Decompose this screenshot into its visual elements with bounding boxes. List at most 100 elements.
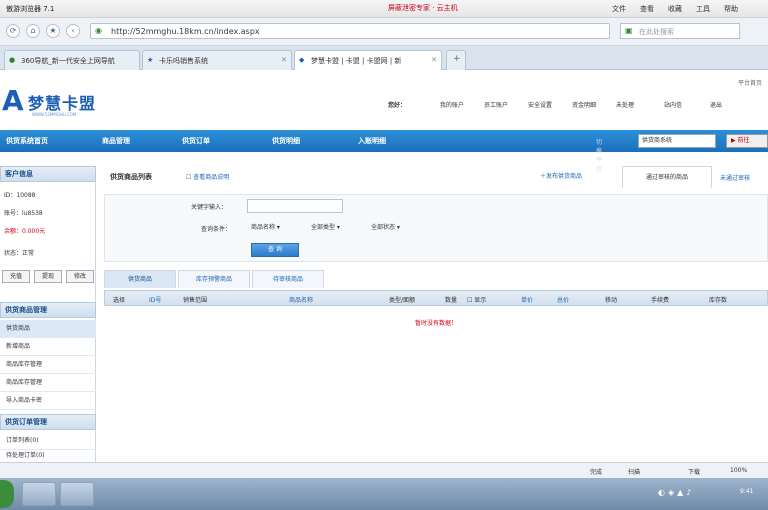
logo-sub: WWW.52MMGHU.COM [32,112,77,117]
tab-not-approved[interactable]: 未通过审核 [720,170,768,188]
nav-supply-home[interactable]: 供货系统首页 [6,136,48,146]
customer-account: 账号：lu8538 [4,210,43,217]
link-security[interactable]: 安全设置 [528,100,552,109]
refresh-icon[interactable]: ⟳ [6,24,20,38]
main-content: 供货商品列表 ☐ 查看商品说明 ＋发布供货商品 通过审核的商品 未通过审核 关键… [104,166,768,462]
new-tab-button[interactable]: + [446,50,466,70]
tab-360[interactable]: ● 360导航_新一代安全上网导航 [4,50,140,70]
col-select: 选择 [113,297,126,304]
col-sales-range: 销售范围 [183,297,208,304]
tab-label: 360导航_新一代安全上网导航 [21,57,115,65]
order-manage-header[interactable]: 供货订单管理 [0,414,96,430]
col-toggle-label: 显示 [474,297,487,304]
folder-icon[interactable] [22,482,56,506]
col-total[interactable]: 总价 [557,295,569,304]
close-icon[interactable]: ✕ [431,56,437,64]
sidebar-item-stock-manage[interactable]: 商品库存管理 [0,356,96,374]
search-placeholder: 在此处搜索 [639,28,674,36]
tab-favicon-icon: ● [9,56,16,64]
tab-approved-products[interactable]: 通过审核的商品 [622,166,712,188]
go-button[interactable]: ▶ 前往 [726,134,768,148]
customer-status: 状态：正常 [4,250,35,257]
subtab-supply-products[interactable]: 供货商品 [104,270,176,288]
back-icon[interactable]: ‹ [66,24,80,38]
tab-label: 梦慧卡盟 | 卡盟 | 卡盟网 | 新 [311,57,402,65]
window-title: 傲游浏览器 7.1 [6,5,55,13]
keyword-label: 关键字输入： [191,204,228,211]
search-input[interactable]: ▣ 在此处搜索 [620,23,740,39]
col-type-value: 类型/面额 [389,297,416,304]
taskbar-clock: 9:41 [740,488,754,495]
product-guide-link[interactable]: ☐ 查看商品说明 [186,172,229,181]
condition-label: 查询条件： [201,226,232,233]
sidebar-item-pending-orders[interactable]: 待处理订单(0) [0,450,96,462]
keyword-input[interactable] [247,199,343,213]
nav-income-detail[interactable]: 入账明细 [358,136,386,146]
url-text: http://52mmghu.18km.cn/index.aspx [111,27,260,36]
status-scan[interactable]: 扫描 [628,467,640,476]
sidebar-item-import-cards[interactable]: 导入商品卡密 [0,392,96,410]
close-icon[interactable]: ✕ [281,56,287,64]
modify-button[interactable]: 修改 [66,270,94,283]
recharge-button[interactable]: 充值 [2,270,30,283]
logo-name: 梦慧卡盟 [28,94,97,113]
platform-select[interactable]: 供货商系统 [638,134,716,148]
publish-product-button[interactable]: ＋发布供货商品 [540,171,582,180]
link-my-account[interactable]: 我的账户 [440,100,464,109]
query-button[interactable]: 查 询 [251,243,299,257]
product-guide-label: 查看商品说明 [193,174,230,181]
menu-view[interactable]: 查看 [640,4,654,14]
menu-help[interactable]: 帮助 [724,4,738,14]
status-zoom[interactable]: 100% [730,467,747,474]
product-manage-header[interactable]: 供货商品管理 [0,302,96,318]
menu-favorites[interactable]: 收藏 [668,4,682,14]
customer-id: ID：10088 [4,192,36,199]
link-logout[interactable]: 退出 [710,100,722,109]
subtab-pending-review[interactable]: 待审核商品 [252,270,324,288]
col-id[interactable]: ID号 [149,295,161,304]
tab-kalema[interactable]: ★ 卡乐吗销售系统 ✕ [142,50,292,70]
menu-file[interactable]: 文件 [612,4,626,14]
platform-home-link[interactable]: 平台首页 [738,78,762,87]
link-staff-account[interactable]: 员工账户 [484,100,508,109]
table-header: 选择 ID号 销售范围 商品名称 类型/面额 数量 ☐ 显示 单价 总价 移动 … [104,290,768,306]
menu-tools[interactable]: 工具 [696,4,710,14]
status-download[interactable]: 下载 [688,467,700,476]
sidebar-item-order-list[interactable]: 订单列表(0) [0,432,96,450]
type-select[interactable]: 全部类型 ▾ [311,221,340,235]
favorite-star-icon[interactable]: ★ [46,24,60,38]
title-bar: 傲游浏览器 7.1 屏蔽泄密专家 · 云主机 文件 查看 收藏 工具 帮助 [0,0,768,18]
sidebar-item-new-product[interactable]: 新增商品 [0,338,96,356]
site-logo[interactable]: A 梦慧卡盟 WWW.52MMGHU.COM [2,80,122,120]
tab-menghui[interactable]: ◆ 梦慧卡盟 | 卡盟 | 卡盟网 | 新 ✕ [294,50,442,70]
customer-balance: 余额：0.000元 [4,228,46,235]
col-move: 移动 [605,297,618,304]
nav-supply-detail[interactable]: 供货明细 [272,136,300,146]
col-unit-price[interactable]: 单价 [521,295,533,304]
status-done: 完成 [590,469,603,476]
nav-product-manage[interactable]: 商品管理 [102,136,130,146]
search-engine-icon: ▣ [625,26,633,35]
status-select[interactable]: 全部状态 ▾ [371,221,400,235]
sidebar-item-supply-products[interactable]: 供货商品 [0,320,96,338]
col-product-name[interactable]: 商品名称 [289,295,313,304]
col-toggle[interactable]: ☐ 显示 [467,295,486,304]
system-tray-icon[interactable]: ◐◈▲♪ [658,488,694,497]
subtab-stock-warning[interactable]: 库存预警商品 [178,270,250,288]
link-funds[interactable]: 资金明细 [572,100,596,109]
link-pending[interactable]: 未处理 [616,100,634,109]
home-icon[interactable]: ⌂ [26,24,40,38]
browser-icon[interactable] [60,482,94,506]
link-messages[interactable]: 站内信 [664,100,682,109]
empty-message: 暂时没有数据！ [414,320,457,327]
nav-supply-orders[interactable]: 供货订单 [182,136,210,146]
name-select[interactable]: 商品名称 ▾ [251,221,280,235]
sidebar-item-stock-manage-2[interactable]: 商品库存管理 [0,374,96,392]
withdraw-button[interactable]: 提现 [34,270,62,283]
url-input[interactable]: ◉ http://52mmghu.18km.cn/index.aspx [90,23,610,39]
col-fee: 手续费 [651,297,670,304]
filter-panel: 关键字输入： 查询条件： 商品名称 ▾ 全部类型 ▾ 全部状态 ▾ 查 询 [104,194,768,262]
address-bar: ⟳ ⌂ ★ ‹ ◉ http://52mmghu.18km.cn/index.a… [0,18,768,46]
title-center-text: 屏蔽泄密专家 · 云主机 [388,4,458,12]
start-button[interactable] [0,480,14,508]
